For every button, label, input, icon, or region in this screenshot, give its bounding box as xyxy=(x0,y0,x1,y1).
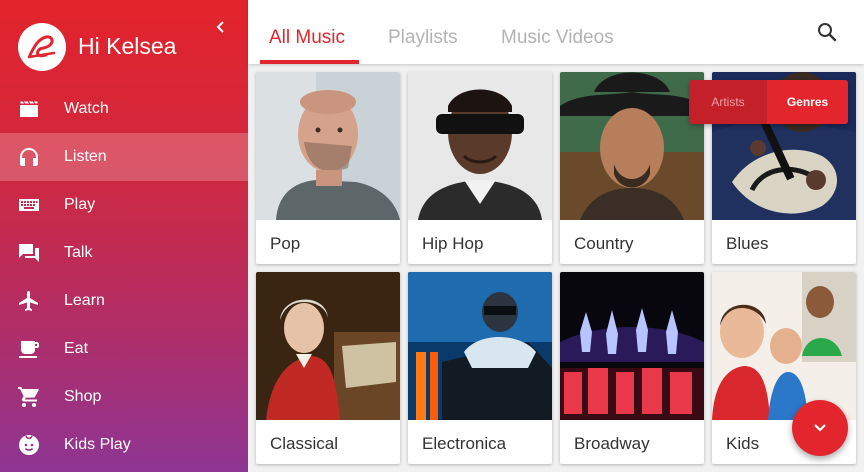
genre-label: Blues xyxy=(726,234,769,253)
greeting-title: Hi Kelsea xyxy=(78,33,177,59)
search-icon[interactable] xyxy=(815,20,839,44)
sidebar-item-label: Watch xyxy=(64,100,109,117)
sidebar-item-talk[interactable]: Talk xyxy=(0,229,248,277)
virgin-logo-icon xyxy=(27,35,56,59)
genre-image xyxy=(560,272,704,420)
genre-label: Pop xyxy=(270,234,301,253)
sidebar-item-watch[interactable]: Watch xyxy=(0,85,248,133)
airplane-icon xyxy=(17,289,41,313)
tab-music-videos[interactable]: Music Videos xyxy=(501,27,614,49)
sidebar-item-play[interactable]: Play xyxy=(0,181,248,229)
sidebar-item-label: Eat xyxy=(64,340,89,357)
genre-label: Hip Hop xyxy=(422,234,484,253)
sidebar-item-eat[interactable]: Eat xyxy=(0,325,248,373)
sidebar-header: Hi Kelsea xyxy=(0,0,248,88)
sidebar-item-label: Shop xyxy=(64,388,102,405)
genre-image xyxy=(408,72,552,220)
genre-card-hip-hop[interactable]: Hip Hop xyxy=(408,72,552,264)
genre-card-pop[interactable]: Pop xyxy=(256,72,400,264)
child-face-icon xyxy=(17,433,41,457)
genre-label: Electronica xyxy=(422,434,507,453)
toggle-artists-button[interactable]: Artists xyxy=(689,80,767,124)
sidebar-item-learn[interactable]: Learn xyxy=(0,277,248,325)
artists-genres-toggle: Artists Genres xyxy=(689,80,848,124)
genre-card-country[interactable]: Country xyxy=(560,72,704,264)
coffee-icon xyxy=(17,337,41,361)
chat-icon xyxy=(17,241,41,265)
sidebar-item-label: Learn xyxy=(64,292,105,309)
cart-icon xyxy=(17,385,41,409)
tab-all-music[interactable]: All Music xyxy=(269,27,345,49)
genre-label: Classical xyxy=(270,434,339,453)
genre-image xyxy=(712,272,856,420)
virgin-logo xyxy=(18,23,66,71)
sidebar-item-kids-play[interactable]: Kids Play xyxy=(0,421,248,469)
sidebar: Hi Kelsea Watch Listen Play Talk Learn E… xyxy=(0,0,248,472)
sidebar-nav: Watch Listen Play Talk Learn Eat Shop Ki… xyxy=(0,85,248,469)
tab-indicator xyxy=(260,60,359,64)
genre-card-broadway[interactable]: Broadway xyxy=(560,272,704,464)
tab-playlists[interactable]: Playlists xyxy=(388,27,458,49)
sidebar-item-shop[interactable]: Shop xyxy=(0,373,248,421)
movie-icon xyxy=(17,97,41,121)
sidebar-item-label: Listen xyxy=(64,148,107,165)
genre-image xyxy=(408,272,552,420)
chevron-left-icon[interactable] xyxy=(210,16,232,38)
headphones-icon xyxy=(17,145,41,169)
genre-card-classical[interactable]: Classical xyxy=(256,272,400,464)
keyboard-icon xyxy=(17,193,41,217)
genre-card-electronica[interactable]: Electronica xyxy=(408,272,552,464)
app-root: Hi Kelsea Watch Listen Play Talk Learn E… xyxy=(0,0,864,472)
sidebar-item-label: Talk xyxy=(64,244,93,261)
chevron-down-icon xyxy=(814,424,826,432)
sidebar-item-label: Kids Play xyxy=(64,436,131,453)
genre-label: Kids xyxy=(726,434,760,453)
top-bar: All Music Playlists Music Videos xyxy=(248,0,864,64)
toggle-genres-button[interactable]: Genres xyxy=(767,80,848,124)
scroll-down-button[interactable] xyxy=(792,400,848,456)
sidebar-item-listen[interactable]: Listen xyxy=(0,133,248,181)
sidebar-item-label: Play xyxy=(64,196,96,213)
genre-image xyxy=(256,272,400,420)
genre-label: Broadway xyxy=(574,434,650,453)
genre-image xyxy=(256,72,400,220)
genre-image xyxy=(560,72,704,220)
genre-label: Country xyxy=(574,234,634,253)
